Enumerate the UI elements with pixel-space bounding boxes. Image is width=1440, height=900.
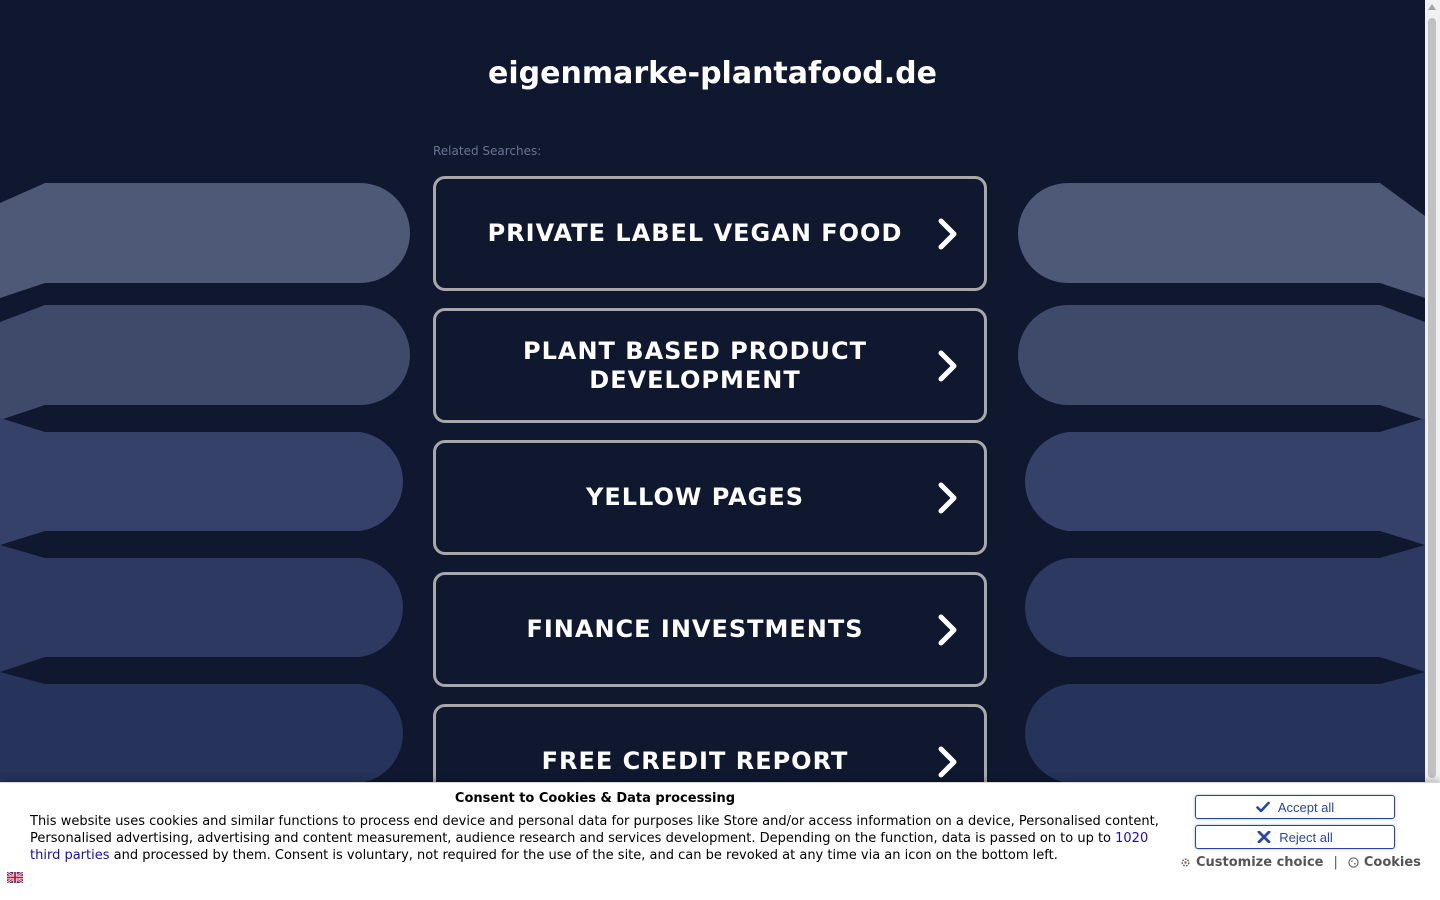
scrollbar-thumb[interactable] <box>1428 18 1436 778</box>
cookies-label: Cookies <box>1363 855 1421 870</box>
search-link-label: PRIVATE LABEL VEGAN FOOD <box>487 219 903 247</box>
consent-text: This website uses cookies and similar fu… <box>30 813 1165 864</box>
customize-choice-link[interactable]: Customize choice <box>1180 855 1323 870</box>
consent-text-part: and processed by them. Consent is volunt… <box>109 848 1058 863</box>
reject-all-label: Reject all <box>1279 829 1333 845</box>
accept-all-button[interactable]: Accept all <box>1195 795 1395 819</box>
check-icon <box>1256 801 1270 813</box>
search-link-yellow-pages[interactable]: YELLOW PAGES <box>433 440 987 555</box>
flag-uk-icon[interactable] <box>7 872 23 883</box>
scroll-up-icon[interactable] <box>1428 4 1436 10</box>
reject-all-button[interactable]: Reject all <box>1195 825 1395 849</box>
chevron-right-icon <box>938 614 957 645</box>
search-link-label: FINANCE INVESTMENTS <box>526 615 864 643</box>
consent-secondary-links: Customize choice | Cookies <box>1180 855 1421 870</box>
related-searches-label: Related Searches: <box>433 144 542 158</box>
consent-text-part: This website uses cookies and similar fu… <box>30 814 1159 846</box>
search-link-plant-based-product-development[interactable]: PLANT BASED PRODUCT DEVELOPMENT <box>433 308 987 423</box>
chevron-right-icon <box>938 350 957 381</box>
search-link-label: FREE CREDIT REPORT <box>541 747 849 775</box>
link-separator: | <box>1333 855 1338 870</box>
cookies-link[interactable]: Cookies <box>1348 855 1421 870</box>
search-link-label: PLANT BASED PRODUCT DEVELOPMENT <box>523 336 867 394</box>
chevron-right-icon <box>938 746 957 777</box>
chevron-right-icon <box>938 482 957 513</box>
search-link-finance-investments[interactable]: FINANCE INVESTMENTS <box>433 572 987 687</box>
search-link-private-label-vegan-food[interactable]: PRIVATE LABEL VEGAN FOOD <box>433 176 987 291</box>
consent-title: Consent to Cookies & Data processing <box>454 791 736 806</box>
search-link-label: YELLOW PAGES <box>585 483 805 511</box>
site-title: eigenmarke-plantafood.de <box>488 56 937 91</box>
page-scrollbar[interactable] <box>1425 0 1440 900</box>
chevron-right-icon <box>938 218 957 249</box>
x-icon <box>1257 831 1271 843</box>
gear-icon <box>1181 858 1190 867</box>
accept-all-label: Accept all <box>1277 799 1335 815</box>
cookie-consent-banner: Consent to Cookies & Data processing Thi… <box>0 782 1440 900</box>
customize-choice-label: Customize choice <box>1196 855 1324 870</box>
cookie-icon <box>1348 857 1359 868</box>
